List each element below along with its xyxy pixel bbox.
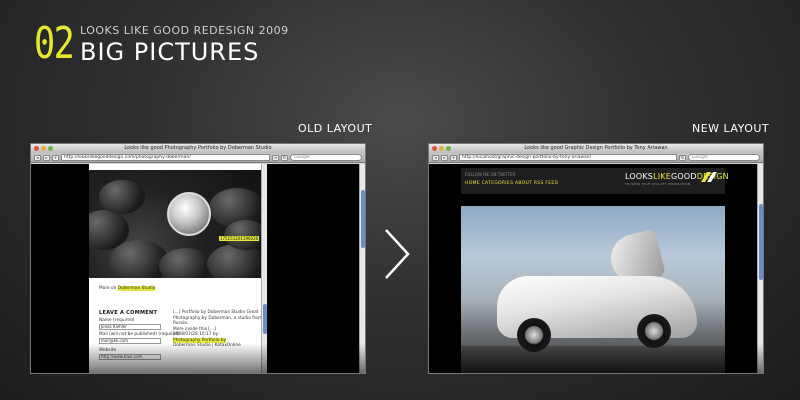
page-viewport: 175151201196026 More on Doberman Studio …: [31, 164, 365, 373]
page-viewport: FOLLOW ME ON TWITTER HOME CATEGORIES ABO…: [429, 164, 763, 373]
new-layout-label: NEW LAYOUT: [692, 122, 770, 135]
search-field[interactable]: Google: [688, 154, 760, 161]
name-field[interactable]: Jonas Kiehler: [99, 324, 161, 330]
add-bookmark-button[interactable]: +: [52, 154, 59, 161]
reload-button[interactable]: ↻: [281, 154, 288, 161]
zoom-icon[interactable]: [446, 146, 451, 151]
add-bookmark-button[interactable]: +: [450, 154, 457, 161]
window-titlebar: Looks like good Graphic Design Portfolio…: [429, 144, 763, 153]
logo-stripes-icon: [701, 172, 717, 182]
search-field[interactable]: Google: [290, 154, 362, 161]
minimize-icon[interactable]: [439, 146, 444, 151]
old-layout-browser-window: Looks like good Photography Portfolio by…: [30, 143, 366, 374]
bottom-fade: [429, 343, 763, 373]
more-on-text: More on Doberman Studio: [99, 286, 156, 291]
photo-tag: 175151201196026: [219, 236, 260, 241]
section-subtitle: LOOKS LIKE GOOD REDESIGN 2009: [80, 24, 289, 37]
browser-toolbar: ◂ ▸ + http://localhost/graphic-design-po…: [429, 153, 763, 163]
address-bar[interactable]: http://lookslikegooddesign.com/photograp…: [61, 154, 270, 161]
window-title: Looks like good Graphic Design Portfolio…: [524, 145, 668, 151]
forward-button[interactable]: ▸: [43, 154, 50, 161]
forward-button[interactable]: ▸: [441, 154, 448, 161]
featured-photo: 175151201196026: [89, 170, 263, 278]
rss-button[interactable]: ≡: [272, 154, 279, 161]
back-button[interactable]: ◂: [432, 154, 439, 161]
more-on-link[interactable]: Doberman Studio: [117, 286, 156, 291]
close-icon[interactable]: [34, 146, 39, 151]
minimize-icon[interactable]: [41, 146, 46, 151]
zoom-icon[interactable]: [48, 146, 53, 151]
close-icon[interactable]: [432, 146, 437, 151]
window-controls[interactable]: [34, 146, 53, 151]
section-title: BIG PICTURES: [80, 38, 260, 66]
main-menu[interactable]: HOME CATEGORIES ABOUT RSS FEED: [465, 181, 558, 186]
window-scrollbar[interactable]: [359, 164, 365, 373]
comment-scrollbar[interactable]: [261, 164, 267, 373]
old-layout-label: OLD LAYOUT: [298, 122, 373, 135]
name-label: Name (required): [99, 318, 135, 323]
leave-comment-heading: LEAVE A COMMENT: [99, 310, 158, 316]
window-scrollbar[interactable]: [757, 164, 763, 373]
reload-button[interactable]: ↻: [679, 154, 686, 161]
chevron-right-icon: [385, 229, 410, 279]
address-bar[interactable]: http://localhost/graphic-design-portfoli…: [459, 154, 677, 161]
window-titlebar: Looks like good Photography Portfolio by…: [31, 144, 365, 153]
window-title: Looks like good Photography Portfolio by…: [124, 145, 272, 151]
pingback-link[interactable]: Photography Portfolio by: [173, 337, 227, 343]
browser-toolbar: ◂ ▸ + http://lookslikegooddesign.com/pho…: [31, 153, 365, 163]
lens-object: [167, 192, 211, 236]
mail-label: Mail (will not be published) (required): [99, 332, 180, 337]
new-layout-browser-window: Looks like good Graphic Design Portfolio…: [428, 143, 764, 374]
window-controls[interactable]: [432, 146, 451, 151]
back-button[interactable]: ◂: [34, 154, 41, 161]
site-tagline: FUCKING HIGH QUALITY INSPIRATION: [625, 182, 691, 186]
section-number: 02: [34, 18, 75, 69]
twitter-link[interactable]: FOLLOW ME ON TWITTER: [465, 172, 516, 177]
bottom-fade: [31, 343, 365, 373]
